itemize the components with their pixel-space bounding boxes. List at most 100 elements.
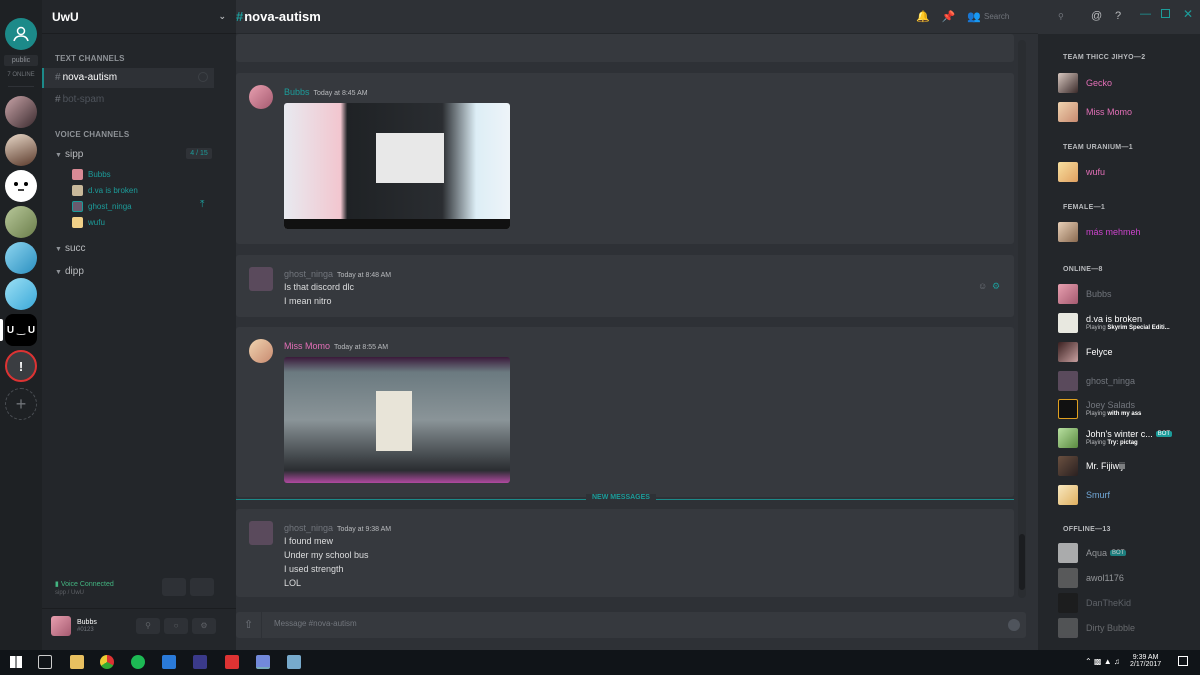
member-item[interactable]: John's winter c... BOT Playing Try: pictag — [1058, 426, 1173, 450]
pin-icon[interactable]: 📌 — [942, 10, 956, 23]
user-discriminator: #0123 — [77, 627, 94, 633]
task-view-icon[interactable] — [38, 655, 52, 669]
friends-home-button[interactable] — [5, 18, 37, 50]
system-tray[interactable]: ⌃ ▩ ▲ ♫ — [1085, 657, 1120, 666]
gear-icon[interactable]: ⚙ — [992, 281, 1000, 292]
member-item[interactable]: Miss Momo — [1058, 100, 1132, 124]
mention-icon[interactable]: @ — [1091, 10, 1102, 22]
message-author[interactable]: Bubbs — [284, 87, 310, 97]
voice-channel-sipp[interactable]: ▼ sipp — [55, 149, 83, 160]
member-item[interactable]: Aqua BOT — [1058, 541, 1127, 565]
avatar[interactable] — [249, 521, 273, 545]
member-name: awol1176 — [1086, 573, 1124, 583]
text-channels-header[interactable]: TEXT CHANNELS — [55, 54, 125, 63]
avatar — [1058, 593, 1078, 613]
file-explorer-icon[interactable] — [70, 655, 84, 669]
channel-title: #nova-autism — [236, 9, 321, 24]
channel-nova-autism[interactable]: # nova-autism — [42, 68, 214, 88]
scrollbar-thumb[interactable] — [1019, 534, 1025, 590]
server-icon-uwu[interactable]: U ‿ U — [5, 314, 37, 346]
member-name: Mr. Fijiwiji — [1086, 461, 1125, 471]
channel-title-label: nova-autism — [244, 9, 321, 24]
clock-time: 9:39 AM — [1132, 654, 1159, 661]
image-attachment[interactable] — [284, 357, 510, 483]
add-server-button[interactable]: + — [5, 388, 37, 420]
member-item[interactable]: wufu — [1058, 160, 1105, 184]
voice-user[interactable]: Bubbs — [72, 169, 111, 180]
member-item[interactable]: ghost_ninga — [1058, 369, 1135, 393]
message-group: ghost_ninga Today at 8:48 AM Is that disc… — [236, 255, 1014, 317]
clock[interactable]: 9:39 AM 2/17/2017 — [1130, 654, 1161, 668]
bell-icon[interactable]: 🔔 — [916, 10, 930, 23]
settings-gear-icon[interactable]: ⚙ — [192, 618, 216, 634]
windows-start-icon[interactable] — [10, 656, 22, 668]
emoji-icon[interactable] — [1008, 619, 1020, 631]
voice-channels-header[interactable]: VOICE CHANNELS — [55, 130, 129, 139]
server-icon[interactable] — [5, 206, 37, 238]
friends-icon — [13, 26, 29, 42]
voice-channel-succ[interactable]: ▼ succ — [55, 243, 86, 254]
message-group: Bubbs Today at 8:45 AM — [236, 73, 1014, 244]
message-composer[interactable]: ⇧ Message #nova-autism — [236, 612, 1026, 638]
avatar[interactable] — [51, 616, 71, 636]
message-author[interactable]: ghost_ninga — [284, 523, 333, 533]
member-item[interactable]: Felyce — [1058, 340, 1113, 364]
channel-bot-spam[interactable]: # bot-spam — [42, 90, 214, 110]
guild-header[interactable]: UwU ⌄ — [42, 0, 236, 34]
notifications-icon[interactable] — [1178, 656, 1188, 666]
mute-mic-button[interactable]: ⚲ — [136, 618, 160, 634]
video-button[interactable] — [162, 578, 186, 596]
maximize-icon[interactable] — [1161, 9, 1170, 18]
image-attachment[interactable] — [284, 103, 510, 229]
new-messages-label[interactable]: NEW MESSAGES — [586, 494, 656, 501]
uplay-icon[interactable] — [162, 655, 176, 669]
server-icon[interactable] — [5, 170, 37, 202]
member-item[interactable]: d.va is broken Playing Skyrim Special Edi… — [1058, 311, 1170, 335]
server-icon[interactable] — [5, 134, 37, 166]
member-item[interactable]: Mr. Fijiwiji — [1058, 454, 1125, 478]
app-icon[interactable] — [287, 655, 301, 669]
spotify-icon[interactable] — [131, 655, 145, 669]
reaction-icon[interactable]: ☺ — [978, 281, 987, 291]
server-icon[interactable] — [5, 242, 37, 274]
voice-user[interactable]: d.va is broken — [72, 185, 138, 196]
upload-icon[interactable]: ⇧ — [236, 612, 262, 638]
help-icon[interactable]: ? — [1115, 10, 1121, 22]
scrollbar[interactable] — [1018, 40, 1026, 598]
message-author[interactable]: ghost_ninga — [284, 269, 333, 279]
discord-icon[interactable] — [256, 655, 270, 669]
member-item[interactable]: Gecko — [1058, 71, 1112, 95]
search-input[interactable]: Search ⚲ — [984, 8, 1074, 26]
chrome-icon[interactable] — [100, 655, 114, 669]
message-author[interactable]: Miss Momo — [284, 341, 330, 351]
app-icon[interactable] — [193, 655, 207, 669]
deafen-button[interactable]: ○ — [164, 618, 188, 634]
server-icon-alert[interactable]: ! — [5, 350, 37, 382]
avatar[interactable] — [249, 339, 273, 363]
avatar — [1058, 543, 1078, 563]
disconnect-button[interactable] — [190, 578, 214, 596]
game-icon[interactable] — [225, 655, 239, 669]
voice-user[interactable]: wufu — [72, 217, 105, 228]
server-icon[interactable] — [5, 96, 37, 128]
member-item[interactable]: DanTheKid — [1058, 591, 1131, 615]
minimize-icon[interactable]: — — [1140, 8, 1151, 20]
voice-user[interactable]: ghost_ninga — [72, 201, 132, 212]
os-taskbar: ⌃ ▩ ▲ ♫ 9:39 AM 2/17/2017 — [0, 650, 1200, 675]
close-icon[interactable]: ✕ — [1183, 7, 1193, 21]
hash-icon: # — [236, 9, 244, 24]
voice-channel-dipp[interactable]: ▼ dipp — [55, 266, 84, 277]
member-item[interactable]: Dirty Bubble — [1058, 616, 1135, 640]
member-item[interactable]: Joey Salads Playing with my ass — [1058, 397, 1141, 421]
members-icon[interactable]: 👥 — [967, 10, 981, 23]
member-item[interactable]: Bubbs — [1058, 282, 1112, 306]
member-item[interactable]: más mehmeh — [1058, 220, 1141, 244]
avatar[interactable] — [249, 85, 273, 109]
avatar[interactable] — [249, 267, 273, 291]
server-icon[interactable] — [5, 278, 37, 310]
member-name: ghost_ninga — [1086, 376, 1136, 386]
member-item[interactable]: Smurf — [1058, 483, 1110, 507]
active-server-indicator — [0, 319, 3, 341]
member-item[interactable]: awol1176 — [1058, 566, 1124, 590]
invite-icon[interactable] — [198, 72, 208, 82]
